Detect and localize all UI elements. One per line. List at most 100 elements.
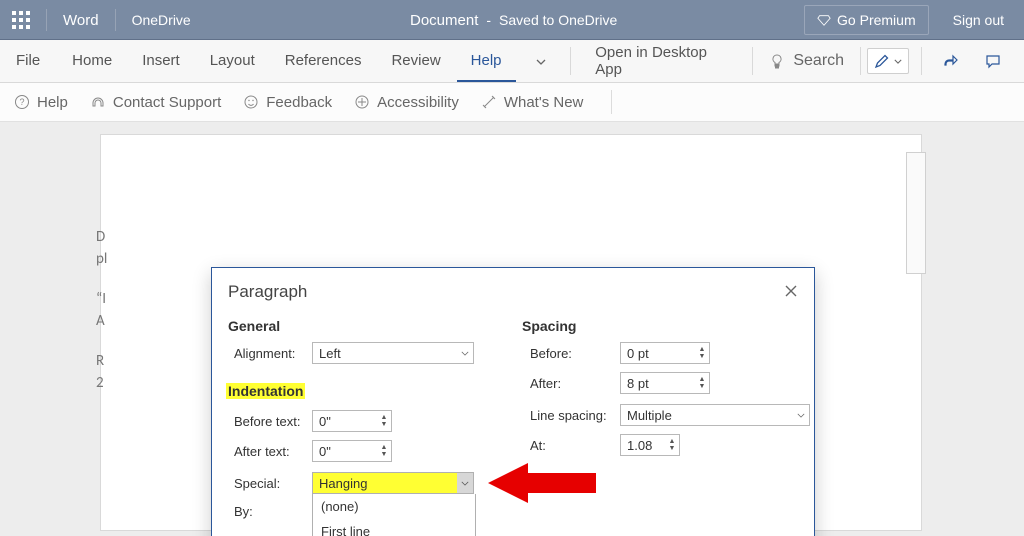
chevron-down-icon — [457, 343, 473, 363]
whats-new-label: What's New — [504, 94, 584, 111]
separator — [611, 90, 612, 114]
pencil-icon — [874, 53, 890, 69]
dialog-title: Paragraph — [228, 282, 307, 302]
spacing-after-label: After: — [530, 376, 561, 391]
separator — [115, 9, 116, 31]
before-text-input[interactable]: 0" ▲▼ — [312, 410, 392, 432]
tell-me-search[interactable]: Search — [759, 52, 854, 70]
by-label: By: — [234, 504, 253, 519]
line-spacing-value: Multiple — [627, 408, 672, 423]
dialog-close-button[interactable] — [780, 280, 802, 302]
section-indentation: Indentation — [226, 383, 305, 399]
spinner-arrows-icon[interactable]: ▲▼ — [695, 373, 709, 393]
lightbulb-icon — [769, 53, 785, 69]
line-spacing-select[interactable]: Multiple — [620, 404, 810, 426]
ribbon-overflow[interactable] — [518, 40, 565, 82]
tab-insert[interactable]: Insert — [128, 40, 194, 82]
spacing-before-value: 0 pt — [627, 346, 649, 361]
before-text-label: Before text: — [234, 414, 300, 429]
special-value: Hanging — [319, 476, 367, 491]
help-ribbon: ? Help Contact Support Feedback Accessib… — [0, 83, 1024, 122]
tab-review[interactable]: Review — [377, 40, 454, 82]
chevron-down-icon — [894, 59, 902, 64]
special-option-first-line[interactable]: First line — [313, 519, 475, 536]
document-canvas: D pl “I A R 2 Paragraph General Alignmen… — [0, 122, 1024, 536]
spacing-before-input[interactable]: 0 pt ▲▼ — [620, 342, 710, 364]
at-label: At: — [530, 438, 546, 453]
after-text-label: After text: — [234, 444, 290, 459]
contact-support-button[interactable]: Contact Support — [90, 94, 221, 111]
line-spacing-label: Line spacing: — [530, 408, 607, 423]
at-value: 1.08 — [627, 438, 652, 453]
tab-help[interactable]: Help — [457, 40, 516, 82]
dash: - — [486, 12, 491, 28]
title-bar: Word OneDrive Document - Saved to OneDri… — [0, 0, 1024, 40]
tab-home[interactable]: Home — [58, 40, 126, 82]
spacing-before-label: Before: — [530, 346, 572, 361]
alignment-select[interactable]: Left — [312, 342, 474, 364]
help-icon: ? — [14, 94, 30, 110]
save-status: Saved to OneDrive — [499, 12, 617, 28]
help-label: Help — [37, 94, 68, 111]
whats-new-button[interactable]: What's New — [481, 94, 584, 111]
accessibility-button[interactable]: Accessibility — [354, 94, 459, 111]
feedback-button[interactable]: Feedback — [243, 94, 332, 111]
chevron-down-icon — [793, 405, 809, 425]
spinner-arrows-icon[interactable]: ▲▼ — [695, 343, 709, 363]
comment-icon — [985, 53, 1001, 69]
share-button[interactable] — [934, 45, 968, 77]
alignment-label: Alignment: — [234, 346, 295, 361]
help-button[interactable]: ? Help — [14, 94, 68, 111]
comments-button[interactable] — [976, 45, 1010, 77]
special-select[interactable]: Hanging — [312, 472, 474, 494]
spinner-arrows-icon[interactable]: ▲▼ — [665, 435, 679, 455]
after-text-input[interactable]: 0" ▲▼ — [312, 440, 392, 462]
alignment-value: Left — [319, 346, 341, 361]
tab-file[interactable]: File — [6, 40, 56, 82]
editing-mode-dropdown[interactable] — [867, 48, 909, 74]
special-option-none[interactable]: (none) — [313, 494, 475, 519]
ribbon: File Home Insert Layout References Revie… — [0, 40, 1024, 83]
before-text-value: 0" — [319, 414, 331, 429]
page-shadow — [906, 152, 926, 274]
at-input[interactable]: 1.08 ▲▼ — [620, 434, 680, 456]
feedback-label: Feedback — [266, 94, 332, 111]
go-premium-button[interactable]: Go Premium — [804, 5, 929, 35]
sign-out-link[interactable]: Sign out — [953, 12, 1004, 28]
diamond-icon — [817, 13, 831, 27]
spinner-arrows-icon[interactable]: ▲▼ — [377, 411, 391, 431]
separator — [570, 47, 571, 75]
drive-name[interactable]: OneDrive — [132, 12, 191, 28]
separator — [752, 47, 753, 75]
contact-support-label: Contact Support — [113, 94, 221, 111]
separator — [46, 9, 47, 31]
tab-references[interactable]: References — [271, 40, 376, 82]
document-text-preview: D pl “I A R 2 — [96, 226, 107, 394]
smiley-icon — [243, 94, 259, 110]
section-spacing: Spacing — [522, 318, 576, 334]
accessibility-icon — [354, 94, 370, 110]
go-premium-label: Go Premium — [837, 12, 916, 28]
accessibility-label: Accessibility — [377, 94, 459, 111]
special-dropdown-list: (none) First line Hanging — [312, 494, 476, 536]
tab-layout[interactable]: Layout — [196, 40, 269, 82]
spacing-after-input[interactable]: 8 pt ▲▼ — [620, 372, 710, 394]
chevron-down-icon — [536, 59, 546, 65]
headset-icon — [90, 94, 106, 110]
app-name: Word — [63, 12, 99, 29]
share-icon — [943, 53, 959, 69]
separator — [860, 47, 861, 75]
open-in-desktop-button[interactable]: Open in Desktop App — [577, 44, 746, 78]
section-general: General — [228, 318, 280, 334]
svg-text:?: ? — [19, 97, 24, 107]
search-placeholder: Search — [793, 52, 844, 70]
spinner-arrows-icon[interactable]: ▲▼ — [377, 441, 391, 461]
special-label: Special: — [234, 476, 280, 491]
separator — [921, 47, 922, 75]
after-text-value: 0" — [319, 444, 331, 459]
sparkle-icon — [481, 94, 497, 110]
spacing-after-value: 8 pt — [627, 376, 649, 391]
document-name[interactable]: Document — [410, 12, 478, 29]
app-launcher-icon[interactable] — [12, 11, 30, 29]
chevron-down-icon[interactable] — [457, 473, 473, 493]
